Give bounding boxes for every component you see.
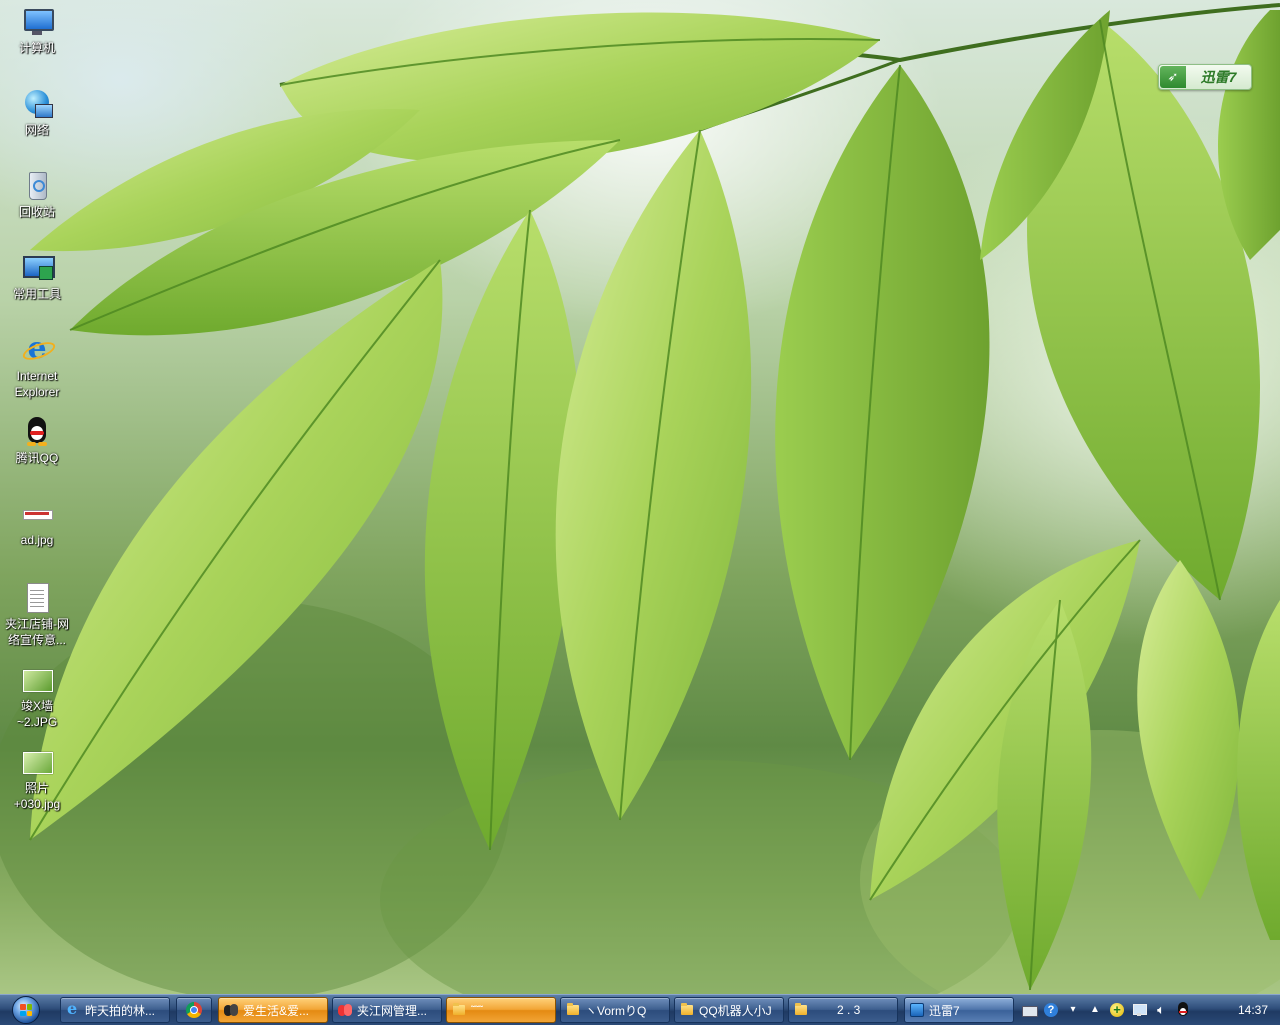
taskbar: e 昨天拍的林... 爱生活&爱... 夹江网管理... ˜˜˜ ヽVormりQ… [0,994,1280,1025]
folder-icon [679,1002,695,1018]
image-file-icon [21,498,53,530]
folder-icon [451,1002,467,1018]
taskbar-button-xunlei[interactable]: 迅雷7 [904,997,1014,1023]
desktop-icon-computer[interactable]: 计算机 [0,6,74,56]
qq-group-icon [337,1002,353,1018]
desktop-icon-label: 竣X墙 ~2.JPG [16,699,58,729]
xunlei-bird-icon: ➶ [1160,66,1186,88]
desktop-icon-label: Internet Explorer [14,369,60,399]
volume-icon[interactable]: 🔈︎ [1153,1002,1169,1018]
desktop-icon-tools[interactable]: 常用工具 [0,252,74,302]
keyboard-icon[interactable] [1021,1002,1038,1018]
qq-tray-icon[interactable] [1175,1002,1191,1018]
start-button[interactable] [4,995,48,1025]
document-icon [21,582,53,614]
computer-icon [21,6,54,38]
desktop-icon-recycle-bin[interactable]: 回收站 [0,170,74,220]
taskbar-button-folder-4[interactable]: 2 . 3 [788,997,898,1023]
desktop-icon-internet-explorer[interactable]: e Internet Explorer [0,334,74,400]
desktop-icon-label: 回收站 [18,205,55,219]
desktop-icon-label: 网络 [24,123,49,137]
taskbar-button-qq-group-2[interactable]: 夹江网管理... [332,997,442,1023]
help-icon[interactable]: ? [1043,1002,1059,1018]
windows-logo-icon [12,996,40,1024]
desktop-icon-ad-jpg[interactable]: ad.jpg [0,498,74,548]
desktop-icon-label: 照片 +030.jpg [13,781,61,811]
chevron-down-icon[interactable]: ▾ [1065,1002,1081,1018]
taskbar-button-label: 昨天拍的林... [85,1003,156,1018]
tools-icon [21,252,55,284]
taskbar-button-label: 夹江网管理... [357,1003,428,1018]
taskbar-clock[interactable]: 14:37 [1238,995,1268,1025]
show-hidden-icon[interactable]: ▲ [1087,1002,1103,1018]
chrome-icon [186,1002,202,1018]
qq-group-icon [223,1002,239,1018]
desktop-icon-photo-wall[interactable]: 竣X墙 ~2.JPG [0,664,74,730]
taskbar-button-label: 爱生活&爱... [243,1003,310,1018]
desktop-icon-qq[interactable]: 腾讯QQ [0,416,74,466]
xunlei-floating-label: 迅雷7 [1200,69,1237,85]
desktop-icon-label: 常用工具 [12,287,61,301]
desktop-icon-photo-030[interactable]: 照片 +030.jpg [0,746,74,812]
taskbar-button-label: ヽVormりQ [585,1003,647,1018]
xunlei-floating-widget[interactable]: ➶ 迅雷7 [1158,64,1252,90]
desktop-icon-network[interactable]: 网络 [0,88,74,138]
taskbar-button-ie[interactable]: e 昨天拍的林... [60,997,170,1023]
recycle-bin-icon [21,170,53,202]
leaves-illustration [0,3,1280,994]
desktop-icon-label: 计算机 [18,41,55,55]
desktop-icon-jiajiang-doc[interactable]: 夹江店铺-网 络宣传意... [0,582,74,648]
taskbar-button-label: QQ机器人小J [699,1003,772,1018]
desktop-icon-label: 夹江店铺-网 络宣传意... [5,617,69,647]
taskbar-button-folder-1[interactable]: ˜˜˜ [446,997,556,1023]
taskbar-button-label: ˜˜˜ [471,1003,483,1017]
folder-icon [793,1002,809,1018]
taskbar-button-label: 迅雷7 [929,1003,960,1018]
image-thumb-icon [21,746,53,778]
taskbar-button-label: 2 . 3 [837,1003,861,1017]
image-thumb-icon [21,664,53,696]
taskbar-button-chrome[interactable] [176,997,212,1023]
xunlei-icon [909,1002,925,1018]
network-icon [21,88,53,120]
taskbar-button-folder-2[interactable]: ヽVormりQ [560,997,670,1023]
add-icon[interactable]: + [1109,1002,1125,1018]
taskbar-button-qq-group-1[interactable]: 爱生活&爱... [218,997,328,1023]
taskbar-button-folder-3[interactable]: QQ机器人小J [674,997,784,1023]
desktop-wallpaper [0,0,1280,994]
ie-icon: e [67,999,78,1018]
network-tray-icon[interactable] [1131,1002,1147,1018]
qq-icon [21,416,53,448]
folder-icon [565,1002,581,1018]
desktop-icon-label: 腾讯QQ [15,451,59,465]
desktop-icon-label: ad.jpg [20,533,54,547]
ie-icon: e [20,334,58,366]
